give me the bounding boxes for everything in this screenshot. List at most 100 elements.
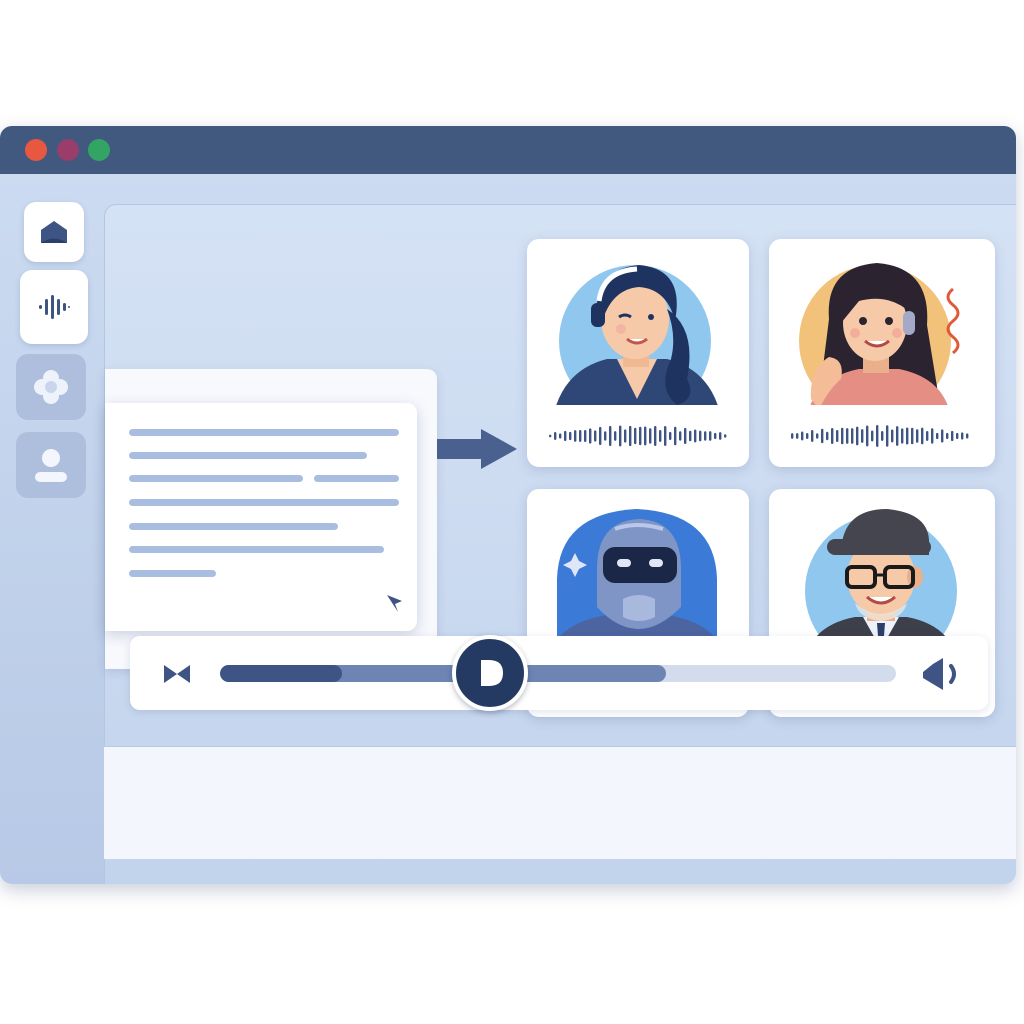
wave-bar: [619, 425, 622, 447]
wave-bar: [694, 429, 697, 443]
text-line: [129, 475, 303, 482]
text-line: [129, 570, 216, 577]
wave-bar: [801, 431, 804, 441]
wave-bar: [876, 425, 879, 447]
wave-bar: [916, 429, 919, 443]
arrow-right-icon: [437, 429, 517, 469]
wave-bar: [821, 428, 824, 444]
wave-bar: [579, 430, 582, 442]
wave-bar: [846, 428, 849, 444]
voice-waveform: [549, 425, 727, 447]
wave-bar: [609, 425, 612, 447]
wave-bar: [554, 432, 557, 440]
wave-bar: [856, 426, 859, 446]
wave-bar: [831, 427, 834, 445]
title-bar: [0, 126, 1016, 174]
app-window: [0, 126, 1016, 884]
sidebar-item-effects[interactable]: [16, 354, 86, 420]
wave-bar: [549, 434, 552, 438]
progress-track[interactable]: [220, 665, 896, 682]
sidebar-item-home[interactable]: [24, 202, 84, 262]
wave-bar: [961, 432, 964, 440]
play-icon: [481, 660, 504, 686]
wave-bar: [574, 430, 577, 442]
wave-bar: [966, 433, 969, 439]
user-icon: [35, 449, 67, 482]
wave-bar: [791, 433, 794, 439]
avatar-woman-long-hair: [799, 263, 960, 405]
text-line: [129, 523, 338, 530]
wave-bar: [906, 427, 909, 445]
wave-bar: [931, 428, 934, 444]
wave-bar: [644, 426, 647, 446]
wave-bar: [936, 432, 939, 440]
avatar-robot: [548, 509, 726, 655]
maximize-window-button[interactable]: [88, 139, 110, 161]
wave-bar: [841, 427, 844, 445]
sidebar-item-profile[interactable]: [16, 432, 86, 498]
script-document[interactable]: [105, 403, 417, 631]
wave-bar: [684, 427, 687, 445]
wave-bar: [926, 431, 929, 441]
close-window-button[interactable]: [25, 139, 47, 161]
wave-bar: [901, 428, 904, 444]
sidebar-item-voice[interactable]: [20, 270, 88, 344]
wave-bar: [891, 429, 894, 443]
waveform-icon: [39, 295, 70, 319]
wave-bar: [654, 425, 657, 447]
wave-bar: [896, 426, 899, 446]
minimize-window-button[interactable]: [57, 139, 79, 161]
wave-bar: [649, 428, 652, 444]
wave-bar: [699, 430, 702, 442]
text-line: [129, 429, 399, 436]
text-line: [129, 546, 384, 553]
wave-bar: [886, 425, 889, 447]
audio-player: [130, 635, 988, 711]
wave-bar: [709, 431, 712, 441]
wave-bar: [634, 427, 637, 445]
wave-bar: [594, 430, 597, 442]
text-line: [314, 475, 399, 482]
avatar-woman-headset: [556, 265, 718, 405]
wave-bar: [941, 429, 944, 443]
volume-button[interactable]: [918, 656, 968, 692]
text-line: [129, 499, 399, 506]
wave-bar: [911, 427, 914, 445]
wave-bar: [564, 430, 567, 442]
wave-bar: [704, 431, 707, 441]
wave-bar: [811, 430, 814, 442]
voice-waveform: [791, 425, 969, 447]
wave-bar: [851, 428, 854, 444]
wave-bar: [599, 426, 602, 446]
player-area: [104, 746, 1016, 859]
wave-bar: [719, 432, 722, 440]
wave-bar: [559, 433, 562, 439]
voice-card-1[interactable]: [527, 239, 749, 467]
wave-bar: [664, 426, 667, 446]
wave-bar: [679, 431, 682, 441]
rewind-button[interactable]: [160, 660, 194, 688]
wave-bar: [584, 429, 587, 443]
wave-bar: [956, 432, 959, 440]
volume-icon: [923, 658, 956, 690]
wave-bar: [806, 432, 809, 440]
wave-bar: [951, 430, 954, 442]
wave-bar: [881, 431, 884, 441]
wave-bar: [861, 429, 864, 443]
wave-bar: [639, 426, 642, 446]
text-line: [129, 452, 367, 459]
wave-bar: [624, 429, 627, 443]
wave-bar: [866, 425, 869, 447]
wave-bar: [826, 431, 829, 441]
play-button[interactable]: [452, 635, 529, 711]
cursor-icon: [387, 595, 402, 612]
wave-bar: [614, 431, 617, 441]
wave-bar: [724, 434, 727, 438]
rewind-icon: [164, 665, 190, 683]
wave-bar: [669, 431, 672, 441]
avatar-man-glasses: [805, 509, 957, 655]
wave-bar: [714, 432, 717, 440]
voice-card-2[interactable]: [769, 239, 995, 467]
wave-bar: [796, 433, 799, 439]
home-icon: [41, 221, 67, 243]
